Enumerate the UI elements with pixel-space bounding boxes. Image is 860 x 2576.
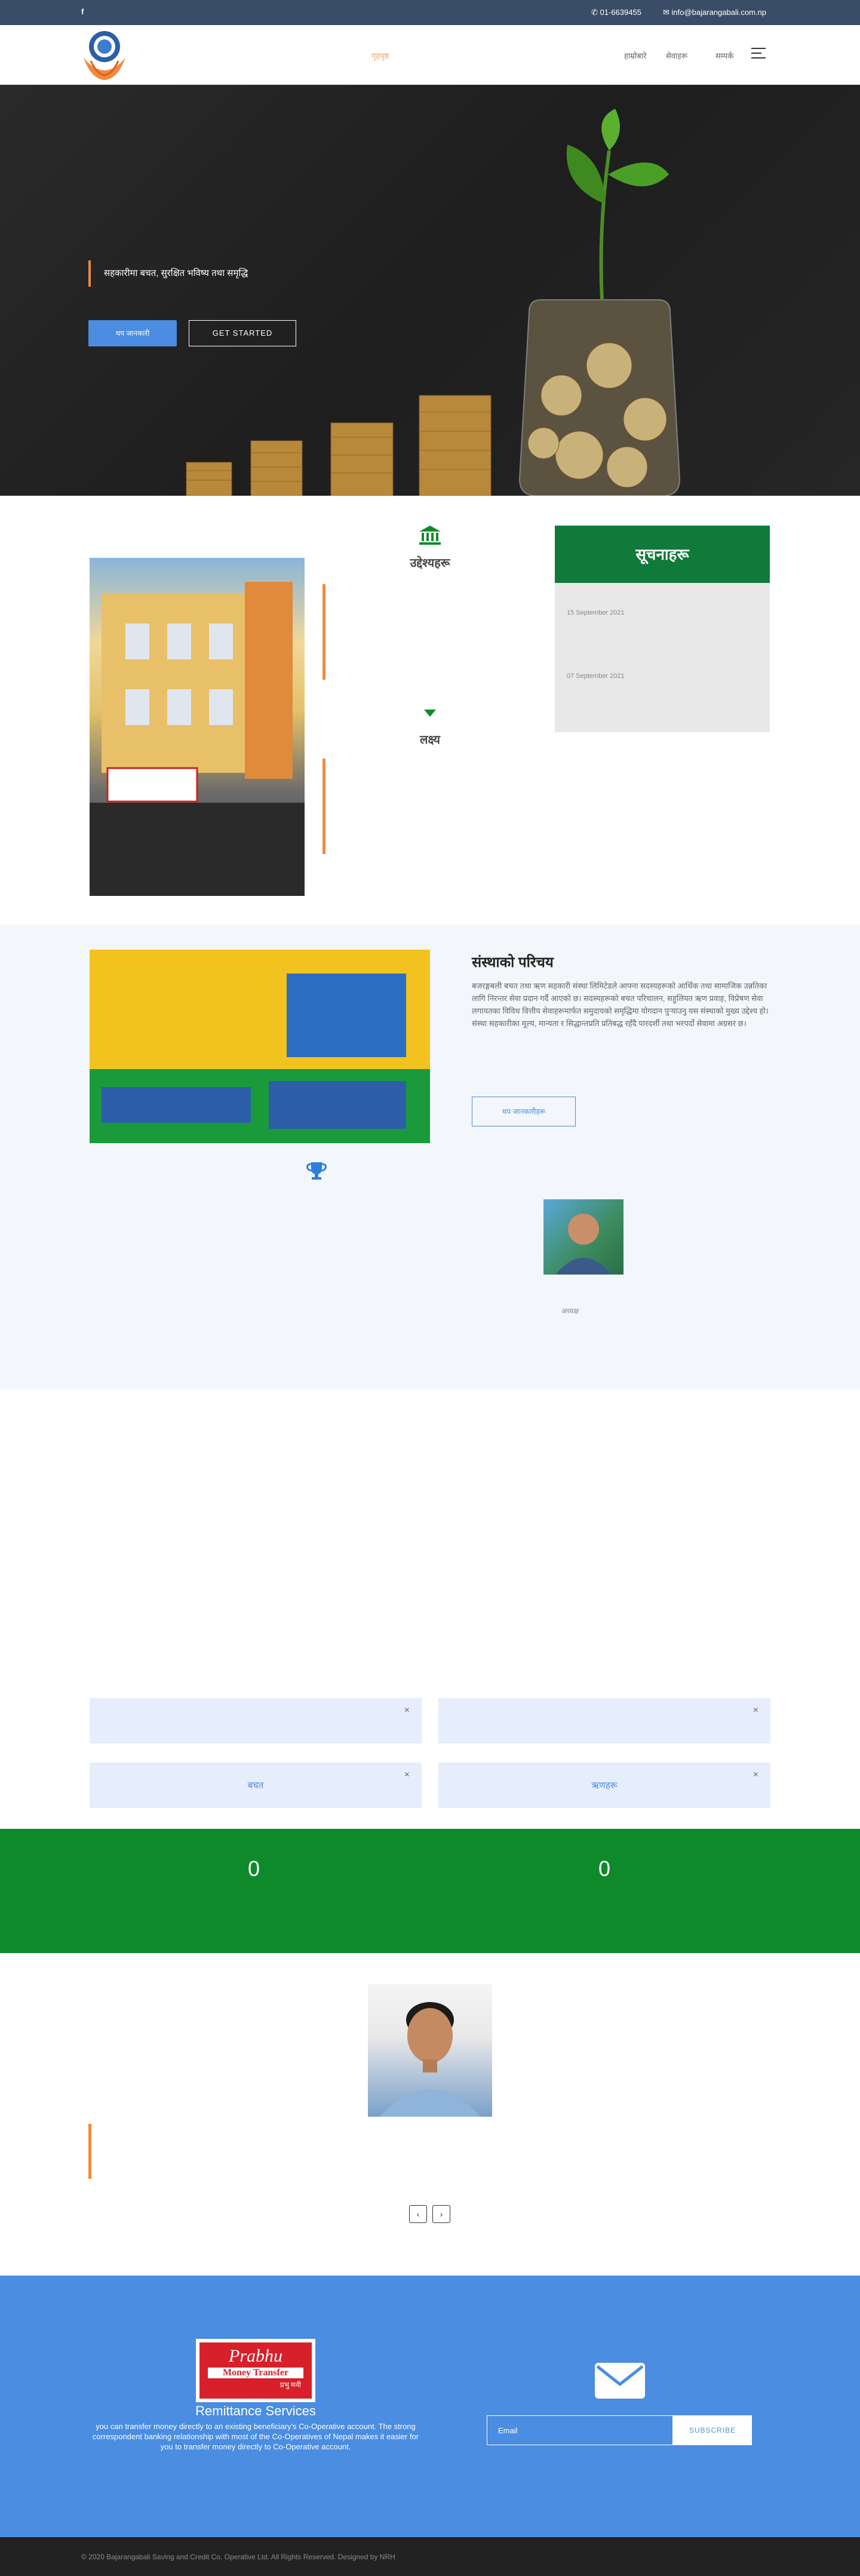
accordion-item-loans[interactable]: × ऋणहरू (438, 1763, 770, 1808)
email-address: info@bajarangabali.com.np (671, 8, 766, 17)
facebook-icon[interactable]: f (81, 7, 84, 16)
prev-arrow-icon[interactable]: ‹ (409, 2205, 427, 2223)
envelope-icon: ✉ (663, 8, 672, 17)
hero-banner: सहकारीमा बचत, सुरक्षित भविष्य तथा समृद्ध… (0, 85, 860, 496)
subscribe-button[interactable]: SUBSCRIBE (673, 2415, 752, 2445)
learn-more-button[interactable]: थप जानकारी (88, 320, 177, 346)
testimonial-portrait (368, 1984, 492, 2117)
email-input[interactable] (487, 2415, 673, 2445)
bank-icon (419, 526, 441, 545)
logo-text-prabhu: Prabhu (229, 2346, 282, 2366)
chairperson-caption: अध्यक्ष (561, 1307, 579, 1315)
accordion-label: बचत (247, 1780, 264, 1791)
prabhu-logo-inner: Prabhu Money Transfer प्रभु मनी (199, 2342, 312, 2399)
notice-list: 15 September 2021 07 September 2021 (555, 583, 770, 732)
coins-plant-illustration (186, 109, 681, 496)
top-bar: f ✆ 01-6639455 ✉ info@bajarangabali.com.… (0, 0, 860, 25)
chairperson-image (555, 1214, 612, 1275)
trophy-icon (306, 1162, 327, 1180)
email-contact[interactable]: ✉ info@bajarangabali.com.np (663, 8, 766, 17)
envelope-large-icon (595, 2363, 645, 2399)
office-building-photo (90, 558, 305, 896)
intro-title: संस्थाको परिचय (472, 954, 554, 971)
caret-down-icon (424, 710, 436, 717)
vision-title: लक्ष्य (419, 733, 441, 747)
vision-divider-bar (322, 759, 325, 854)
testimonial-quote-bar (88, 2124, 91, 2179)
person-image (380, 2002, 480, 2117)
copyright-text: © 2020 Bajarangabali Saving and Credit C… (81, 2553, 395, 2561)
logo-text-tagline: प्रभु मनी (280, 2381, 301, 2389)
notice-header: सूचनाहरू (555, 526, 770, 583)
office-image (90, 950, 430, 1143)
get-started-button[interactable]: GET STARTED (189, 320, 296, 346)
remittance-description: you can transfer money directly to an ex… (92, 2422, 419, 2451)
nav-contact[interactable]: सम्पर्क (715, 50, 733, 61)
accordion-label: ऋणहरू (591, 1780, 618, 1791)
accordion-item[interactable]: × (90, 1698, 422, 1743)
nav-services[interactable]: सेवाहरू (666, 50, 687, 61)
close-icon[interactable]: × (404, 1705, 410, 1716)
site-logo[interactable] (79, 27, 130, 82)
logo-emblem-icon (84, 31, 125, 80)
nav-about[interactable]: हाम्रोबारे (624, 50, 647, 61)
notice-date[interactable]: 15 September 2021 (567, 609, 625, 616)
chairperson-photo (543, 1199, 624, 1275)
nav-home[interactable]: गृहपृष्ठ (371, 50, 389, 61)
remittance-title: Remittance Services (195, 2403, 316, 2418)
main-header: गृहपृष्ठ हाम्रोबारे सेवाहरू सम्पर्क (0, 25, 860, 85)
phone-number: 01-6639455 (600, 8, 641, 17)
stats-counter-section (0, 1829, 860, 1953)
building-image (90, 582, 305, 896)
more-info-button[interactable]: थप जानकारीहरू (472, 1097, 576, 1126)
close-icon[interactable]: × (753, 1705, 758, 1716)
mission-divider-bar (322, 584, 325, 680)
counter-value: 0 (598, 1856, 611, 1881)
office-interior-photo (90, 950, 430, 1143)
accordion-item[interactable]: × (438, 1698, 770, 1743)
logo-text-money-transfer: Money Transfer (208, 2368, 303, 2378)
notice-date[interactable]: 07 September 2021 (567, 673, 625, 680)
prabhu-logo[interactable]: Prabhu Money Transfer प्रभु मनी (196, 2339, 315, 2402)
site-footer: © 2020 Bajarangabali Saving and Credit C… (0, 2537, 860, 2576)
phone-contact[interactable]: ✆ 01-6639455 (591, 8, 641, 17)
counter-value: 0 (248, 1856, 260, 1881)
phone-icon: ✆ (591, 8, 600, 17)
hero-slogan: सहकारीमा बचत, सुरक्षित भविष्य तथा समृद्ध… (88, 260, 459, 287)
accordion-item-savings[interactable]: × बचत (90, 1763, 422, 1808)
mission-title: उद्देश्यहरू (410, 557, 450, 570)
menu-toggle-icon[interactable] (751, 48, 766, 62)
next-arrow-icon[interactable]: › (432, 2205, 450, 2223)
intro-paragraph: बजरङ्गबली बचत तथा ऋण सहकारी संस्था लिमिट… (472, 981, 769, 1028)
